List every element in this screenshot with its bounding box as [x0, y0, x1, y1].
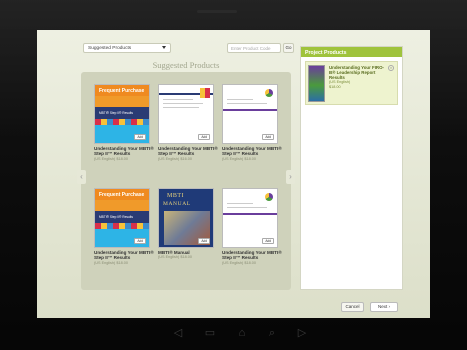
product-cover: Add: [158, 84, 214, 144]
product-name: Understanding Your MBTI® Step II™ Result…: [94, 250, 154, 261]
go-button[interactable]: Go: [283, 43, 294, 53]
product-thumbnail: [308, 65, 325, 102]
product-card[interactable]: Add Understanding Your MBTI® Step II™ Re…: [158, 84, 218, 161]
product-price: (US English) $16.00: [158, 156, 192, 161]
project-product-price: $18.00: [329, 84, 341, 89]
product-card[interactable]: Add Understanding Your MBTI® Step II™ Re…: [222, 84, 282, 161]
speaker-slot: [197, 10, 237, 13]
product-cover: MBTI MANUAL Add: [158, 188, 214, 248]
add-button[interactable]: Add: [198, 238, 210, 244]
product-price: (US English) $18.00: [94, 260, 128, 265]
search-icon[interactable]: ⌕: [264, 325, 280, 341]
cancel-button[interactable]: Cancel: [341, 302, 364, 312]
product-cover: Frequent Purchase MBTI® Step II® Results…: [94, 188, 150, 248]
product-cover: Add: [222, 188, 278, 248]
page-title: Suggested Products: [152, 60, 220, 70]
next-button[interactable]: Next ›: [370, 302, 398, 312]
product-name: Understanding Your MBTI® Step II™ Result…: [158, 146, 218, 157]
cover-text: MBTI® Step II® Results: [99, 111, 133, 115]
cover-subtitle: MANUAL: [163, 201, 191, 207]
add-button[interactable]: Add: [134, 134, 146, 140]
cover-text: MBTI® Step II® Results: [99, 215, 133, 219]
app-screen: Suggested Products Enter Product Code Go…: [37, 30, 430, 318]
product-cover: Frequent Purchase MBTI® Step II® Results…: [94, 84, 150, 144]
cover-header: Frequent Purchase: [95, 85, 149, 96]
device-nav-bar: ◁ ▭ ⌂ ⌕ ▷: [140, 325, 340, 341]
product-name: Understanding Your MBTI® Step II™ Result…: [94, 146, 154, 157]
product-card[interactable]: MBTI MANUAL Add MBTI® Manual (US English…: [158, 188, 218, 260]
logo-mark: [200, 88, 210, 98]
sidebar-heading: Project Products: [301, 47, 402, 57]
remove-icon[interactable]: ×: [388, 65, 394, 71]
product-cover: Add: [222, 84, 278, 144]
recent-apps-icon[interactable]: ▭: [202, 325, 218, 341]
product-card[interactable]: Frequent Purchase MBTI® Step II® Results…: [94, 188, 154, 265]
project-products-sidebar: Project Products Understanding Your FIRO…: [300, 46, 403, 290]
back-icon[interactable]: ◁: [170, 325, 186, 341]
home-icon[interactable]: ⌂: [234, 325, 250, 341]
next-arrow-button[interactable]: ›: [286, 170, 295, 184]
project-product-item[interactable]: Understanding Your FIRO-B® Leadership Re…: [305, 61, 398, 105]
cover-header: Frequent Purchase: [95, 189, 149, 200]
product-price: (US English) $18.00: [222, 260, 256, 265]
product-price: (US English) $18.00: [222, 156, 256, 161]
add-button[interactable]: Add: [198, 134, 210, 140]
product-filter-select[interactable]: Suggested Products: [83, 43, 171, 53]
footer-actions: Cancel Next ›: [37, 298, 430, 318]
product-card[interactable]: Add Understanding Your MBTI® Step II™ Re…: [222, 188, 282, 265]
add-button[interactable]: Add: [134, 238, 146, 244]
product-price: (US English) $18.00: [94, 156, 128, 161]
menu-icon[interactable]: ▷: [294, 325, 310, 341]
product-card[interactable]: Frequent Purchase MBTI® Step II® Results…: [94, 84, 154, 161]
logo-mark: [265, 193, 273, 201]
product-code-input[interactable]: Enter Product Code: [227, 43, 281, 53]
select-value: Suggested Products: [88, 46, 132, 51]
product-price: (US English) $18.00: [158, 255, 192, 260]
add-button[interactable]: Add: [262, 134, 274, 140]
project-product-name: Understanding Your FIRO-B® Leadership Re…: [329, 65, 384, 80]
prev-arrow-button[interactable]: ‹: [77, 170, 86, 184]
product-name: Understanding Your MBTI® Step II™ Result…: [222, 146, 282, 157]
cover-title: MBTI: [167, 193, 184, 199]
add-button[interactable]: Add: [262, 238, 274, 244]
chevron-down-icon: [162, 46, 166, 49]
product-name: Understanding Your MBTI® Step II™ Result…: [222, 250, 282, 261]
logo-mark: [265, 89, 273, 97]
